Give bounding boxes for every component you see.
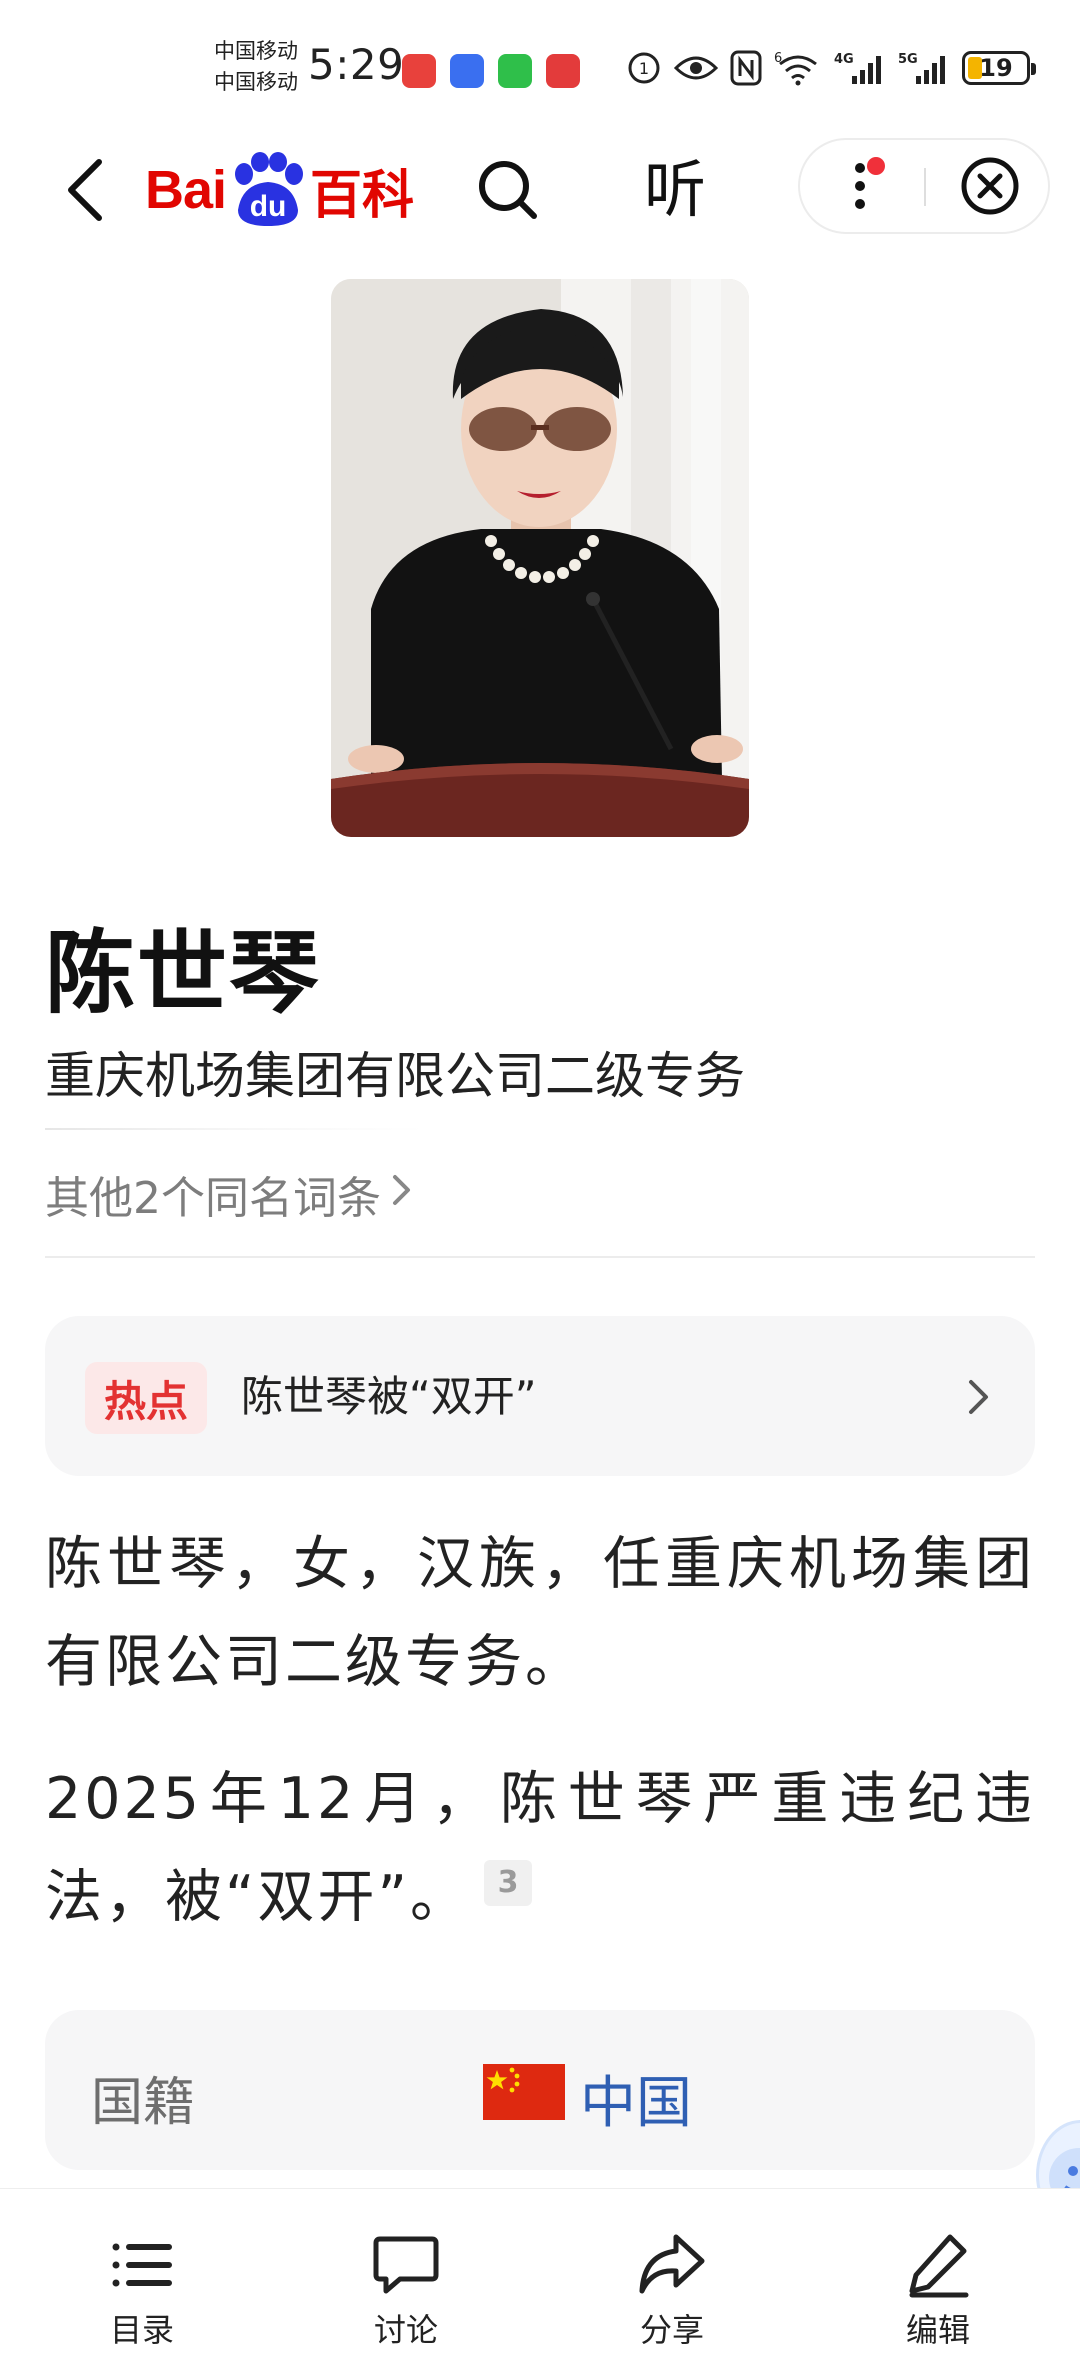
- toc-label: 目录: [109, 2311, 174, 2349]
- list-icon: [112, 2243, 172, 2287]
- svg-text:1: 1: [639, 59, 649, 78]
- search-button[interactable]: [470, 152, 546, 228]
- mini-program-capsule: [798, 138, 1050, 234]
- comment-icon: [373, 2236, 439, 2294]
- discuss-label: 讨论: [373, 2311, 438, 2349]
- battery-icon: 19: [962, 51, 1036, 85]
- carrier-2: 中国移动: [214, 70, 298, 94]
- status-bar: 中国移动 中国移动 5:29 1 6 4G 5G 19: [0, 0, 1080, 130]
- chevron-left-icon: [68, 159, 102, 221]
- reference-badge[interactable]: 3: [484, 1860, 533, 1906]
- signal-5g-icon: 5G: [898, 50, 950, 86]
- bottom-toolbar: 目录 讨论 分享 编辑: [0, 2188, 1080, 2376]
- browser-app-icon: [450, 54, 484, 88]
- edit-button[interactable]: 编辑: [868, 2229, 1008, 2359]
- battery-level: 19: [979, 54, 1013, 82]
- top-nav: Bai du 百科 听: [0, 130, 1080, 250]
- signal-4g-icon: 4G: [834, 50, 886, 86]
- share-label: 分享: [639, 2311, 704, 2349]
- clock: 5:29: [308, 40, 405, 89]
- summary-text-1: 陈世琴，女，汉族，任重庆机场集团有限公司二级专务。: [45, 1531, 1035, 1695]
- discuss-button[interactable]: 讨论: [336, 2229, 476, 2359]
- page-subtitle: 重庆机场集团有限公司二级专务: [45, 1047, 745, 1105]
- carrier-labels: 中国移动 中国移动: [214, 36, 298, 98]
- nfc-icon: [730, 50, 762, 86]
- chevron-right-icon: [391, 1171, 413, 1217]
- huawei-app-icon: [402, 54, 436, 88]
- title-divider: [45, 1128, 425, 1130]
- hot-news-card[interactable]: 热点 陈世琴被“双开”: [45, 1316, 1035, 1476]
- pencil-icon: [909, 2234, 969, 2298]
- reader-app-icon: [546, 54, 580, 88]
- capsule-divider: [924, 168, 926, 206]
- listen-button[interactable]: 听: [630, 152, 720, 228]
- logo-bai-text: Bai: [145, 160, 227, 220]
- eye-comfort-icon: [674, 53, 718, 83]
- close-button[interactable]: [950, 140, 1030, 232]
- summary-paragraph-2: 2025年12月，陈世琴严重违纪违法，被“双开”。 3: [45, 1750, 1035, 1946]
- infobox-row-nationality: 国籍 中国: [45, 2010, 1035, 2170]
- portrait-photo[interactable]: [331, 279, 749, 837]
- logo-du-text: du: [249, 190, 287, 223]
- summary-text-2: 2025年12月，陈世琴严重违纪违法，被“双开”。: [45, 1766, 1035, 1930]
- more-dots-icon: [855, 157, 885, 209]
- search-icon: [479, 161, 537, 219]
- chevron-right-icon: [959, 1366, 999, 1428]
- carrier-1: 中国移动: [214, 39, 298, 63]
- baidu-paw-icon: du: [228, 152, 308, 228]
- toc-button[interactable]: 目录: [72, 2229, 212, 2359]
- hot-badge: 热点: [85, 1362, 207, 1434]
- edit-label: 编辑: [905, 2311, 970, 2349]
- back-button[interactable]: [50, 152, 120, 228]
- page-title: 陈世琴: [45, 921, 321, 1026]
- more-button[interactable]: [830, 140, 902, 232]
- synonyms-link[interactable]: 其他2个同名词条: [45, 1162, 413, 1226]
- section-divider: [45, 1256, 1035, 1258]
- hd-call-icon: 1: [626, 50, 662, 86]
- hot-news-text: 陈世琴被“双开”: [241, 1372, 537, 1421]
- logo-baike-text: 百科: [310, 165, 415, 226]
- status-icons: 1 6 4G 5G 19: [626, 46, 1036, 90]
- synonyms-label: 其他2个同名词条: [45, 1173, 381, 1224]
- summary-paragraph-1: 陈世琴，女，汉族，任重庆机场集团有限公司二级专务。: [45, 1515, 1035, 1711]
- wifi-icon: 6: [774, 50, 822, 86]
- share-icon: [639, 2234, 705, 2294]
- signal-4g-label: 4G: [834, 52, 854, 67]
- portrait-illustration: [331, 279, 749, 837]
- page: 中国移动 中国移动 5:29 1 6 4G 5G 19 Bai du 百科 听 …: [0, 0, 1080, 2376]
- baidu-baike-logo[interactable]: Bai du 百科: [145, 152, 414, 228]
- signal-5g-label: 5G: [898, 52, 918, 67]
- china-flag-icon: [483, 2064, 565, 2120]
- wechat-app-icon: [498, 54, 532, 88]
- close-circle-icon: [961, 157, 1019, 215]
- share-button[interactable]: 分享: [602, 2229, 742, 2359]
- infobox-value-link[interactable]: 中国: [580, 2058, 692, 2139]
- infobox-label: 国籍: [91, 2073, 196, 2133]
